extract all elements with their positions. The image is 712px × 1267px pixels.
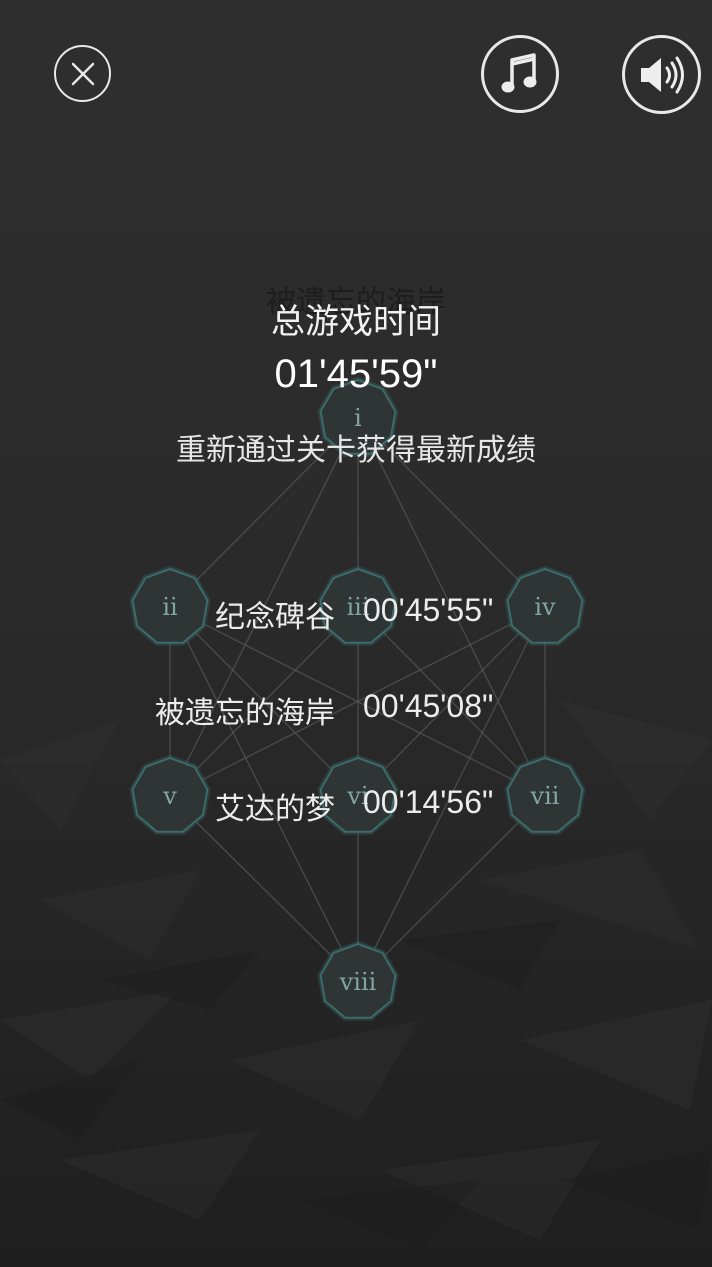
record-time: 00'14'56" [363,784,494,820]
replay-hint: 重新通过关卡获得最新成绩 [176,433,536,468]
record-time: 00'45'08" [363,688,494,724]
record-chapter-name: 纪念碑谷 [215,600,335,635]
record-row: 纪念碑谷 00'45'55" [0,592,712,636]
level-node-viii[interactable]: viii [317,940,399,1021]
record-row: 被遗忘的海岸 00'45'08" [0,688,712,732]
record-time: 00'45'55" [363,592,494,628]
record-chapter-name: 艾达的梦 [215,792,335,827]
record-chapter-name: 被遗忘的海岸 [155,696,335,731]
total-playtime-label: 总游戏时间 [271,302,441,342]
total-playtime-value: 01'45'59" [274,352,438,396]
level-node-label: viii [339,968,377,996]
record-row: 艾达的梦 00'14'56" [0,784,712,828]
